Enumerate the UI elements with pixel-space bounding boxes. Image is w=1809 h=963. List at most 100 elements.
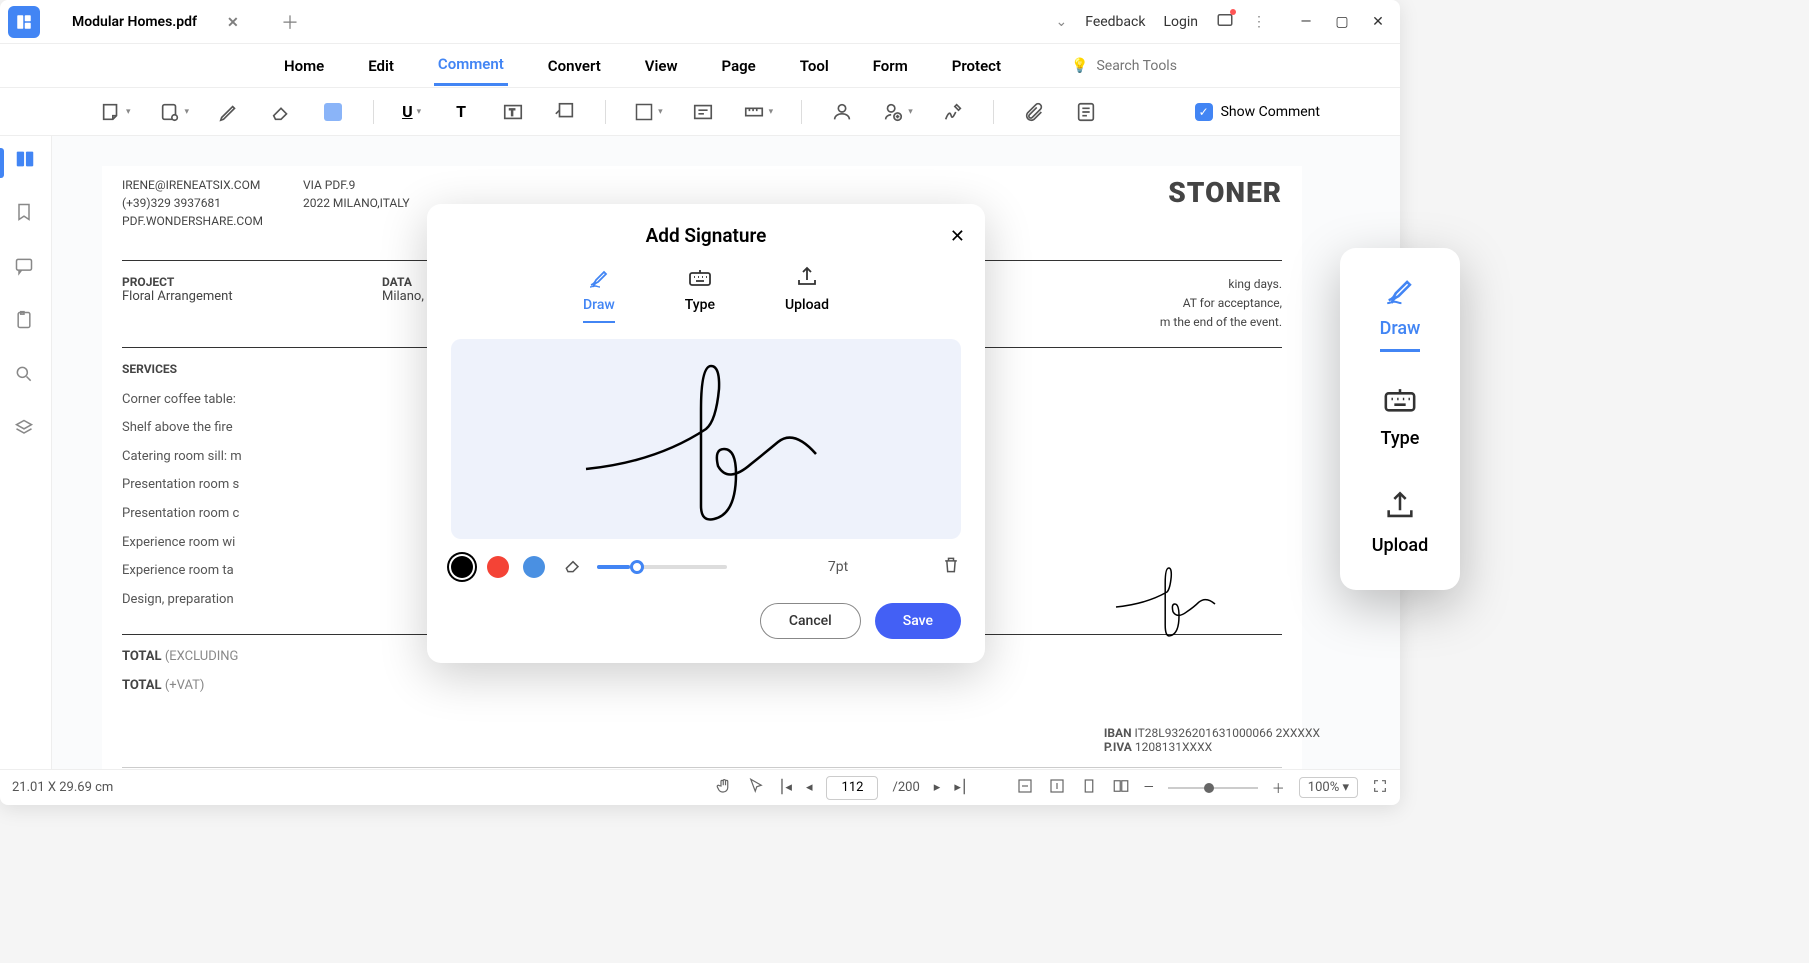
highlight-color[interactable] xyxy=(321,100,345,124)
layers-icon[interactable] xyxy=(14,418,38,442)
menu-page[interactable]: Page xyxy=(718,47,760,85)
stamp-person-tool[interactable] xyxy=(830,100,854,124)
app-logo-icon xyxy=(8,6,40,38)
float-draw[interactable]: Draw xyxy=(1380,272,1421,352)
callout-tool[interactable] xyxy=(553,100,577,124)
total-suffix: (+VAT) xyxy=(165,678,205,693)
menu-tool[interactable]: Tool xyxy=(796,47,833,85)
eraser-icon[interactable] xyxy=(563,555,583,579)
project-value: Floral Arrangement xyxy=(122,289,322,304)
piva-label: P.IVA xyxy=(1104,740,1132,754)
hand-tool-icon[interactable] xyxy=(715,777,733,799)
close-dialog-icon[interactable]: ✕ xyxy=(950,226,965,247)
feedback-link[interactable]: Feedback xyxy=(1085,14,1145,30)
keyboard-icon xyxy=(1383,382,1417,416)
project-label: PROJECT xyxy=(122,275,302,289)
attachment-tool[interactable] xyxy=(1022,100,1046,124)
menu-edit[interactable]: Edit xyxy=(364,47,398,85)
color-black[interactable] xyxy=(451,556,473,578)
menu-convert[interactable]: Convert xyxy=(544,47,605,85)
fit-width-icon[interactable] xyxy=(1016,777,1034,799)
comment-toolbar: ▾ ▾ U▾ T T ▾ ▾ ▾ ✓ Show Comment xyxy=(0,88,1400,136)
tab-type[interactable]: Type xyxy=(685,265,715,323)
eraser-tool[interactable] xyxy=(269,100,293,124)
divider xyxy=(801,100,802,124)
doc-footer: Operazione non assoggettata ad IVA ed a … xyxy=(122,767,1282,769)
fit-page-icon[interactable] xyxy=(1048,777,1066,799)
thumbnails-icon[interactable] xyxy=(14,148,38,172)
menu-home[interactable]: Home xyxy=(280,47,328,85)
text-tool[interactable]: T xyxy=(449,100,473,124)
stroke-width-label: 7pt xyxy=(749,559,927,575)
float-upload[interactable]: Upload xyxy=(1372,489,1429,566)
menu-view[interactable]: View xyxy=(641,47,682,85)
note-tool[interactable]: ▾ xyxy=(100,101,131,123)
zoom-level[interactable]: 100% ▾ xyxy=(1299,777,1358,798)
color-blue[interactable] xyxy=(523,556,545,578)
sender-phone: (+39)329 3937681 xyxy=(122,194,263,212)
float-type[interactable]: Type xyxy=(1381,382,1420,459)
tab-draw[interactable]: Draw xyxy=(583,265,615,323)
color-red[interactable] xyxy=(487,556,509,578)
next-page-icon[interactable]: ▸ xyxy=(934,780,941,795)
draw-icon xyxy=(587,265,611,289)
notifications-icon[interactable] xyxy=(1216,11,1234,33)
close-window-button[interactable]: ✕ xyxy=(1364,8,1392,36)
underline-tool[interactable]: U▾ xyxy=(402,102,421,121)
zoom-in-icon[interactable]: ＋ xyxy=(1272,778,1285,797)
zoom-out-icon[interactable]: — xyxy=(1144,780,1154,795)
save-button[interactable]: Save xyxy=(875,603,961,639)
stroke-width-slider[interactable] xyxy=(597,565,727,569)
company-logo: STONER xyxy=(1168,176,1282,230)
keyboard-icon xyxy=(688,265,712,289)
measure-tool[interactable]: ▾ xyxy=(743,101,774,123)
stamp-tool[interactable] xyxy=(691,100,715,124)
shape-tool[interactable]: ▾ xyxy=(634,102,663,122)
placed-signature[interactable] xyxy=(1110,556,1230,650)
highlight-tool[interactable]: ▾ xyxy=(159,101,190,123)
tab-upload[interactable]: Upload xyxy=(785,265,829,323)
divider xyxy=(605,100,606,124)
two-page-icon[interactable] xyxy=(1112,777,1130,799)
comment-panel-icon[interactable] xyxy=(14,256,38,280)
cancel-button[interactable]: Cancel xyxy=(760,603,861,639)
search-tools-input[interactable] xyxy=(1096,58,1216,74)
page-number-input[interactable] xyxy=(826,776,878,800)
minimize-button[interactable]: — xyxy=(1292,8,1320,36)
first-page-icon[interactable]: ⎮◂ xyxy=(779,780,792,795)
fullscreen-icon[interactable] xyxy=(1372,778,1388,798)
draw-icon xyxy=(1383,272,1417,306)
chevron-down-icon[interactable]: ⌄ xyxy=(1055,14,1067,30)
last-page-icon[interactable]: ▸⎮ xyxy=(954,780,967,795)
document-tab[interactable]: Modular Homes.pdf ✕ xyxy=(52,6,261,38)
bookmark-icon[interactable] xyxy=(14,202,38,226)
select-tool-icon[interactable] xyxy=(747,777,765,799)
attachments-panel-icon[interactable] xyxy=(14,310,38,334)
search-panel-icon[interactable] xyxy=(14,364,38,388)
signature-canvas[interactable] xyxy=(451,339,961,539)
menu-form[interactable]: Form xyxy=(869,47,912,85)
note-list-tool[interactable] xyxy=(1074,100,1098,124)
zoom-slider[interactable] xyxy=(1168,787,1258,789)
show-comment-checkbox[interactable]: ✓ xyxy=(1195,103,1213,121)
rail-active-indicator xyxy=(0,148,4,178)
close-tab-icon[interactable]: ✕ xyxy=(227,15,241,29)
svg-text:T: T xyxy=(509,108,515,118)
prev-page-icon[interactable]: ◂ xyxy=(806,780,813,795)
signature-tool[interactable] xyxy=(941,100,965,124)
pencil-tool[interactable] xyxy=(217,100,241,124)
delete-icon[interactable] xyxy=(941,555,961,579)
tab-filename: Modular Homes.pdf xyxy=(72,14,197,30)
maximize-button[interactable]: ▢ xyxy=(1328,8,1356,36)
address-line1: VIA PDF.9 xyxy=(303,176,410,194)
more-icon[interactable]: ⋮ xyxy=(1252,14,1266,30)
add-signature-dialog: Add Signature ✕ Draw Type Upload xyxy=(427,204,985,663)
new-tab-button[interactable]: ＋ xyxy=(281,9,299,35)
iban-value: IT28L9326201631000066 2XXXXX xyxy=(1135,726,1320,740)
textbox-tool[interactable]: T xyxy=(501,100,525,124)
single-page-icon[interactable] xyxy=(1080,777,1098,799)
menu-protect[interactable]: Protect xyxy=(948,47,1005,85)
login-link[interactable]: Login xyxy=(1163,14,1198,30)
menu-comment[interactable]: Comment xyxy=(434,45,508,86)
add-stamp-tool[interactable]: ▾ xyxy=(882,101,913,123)
